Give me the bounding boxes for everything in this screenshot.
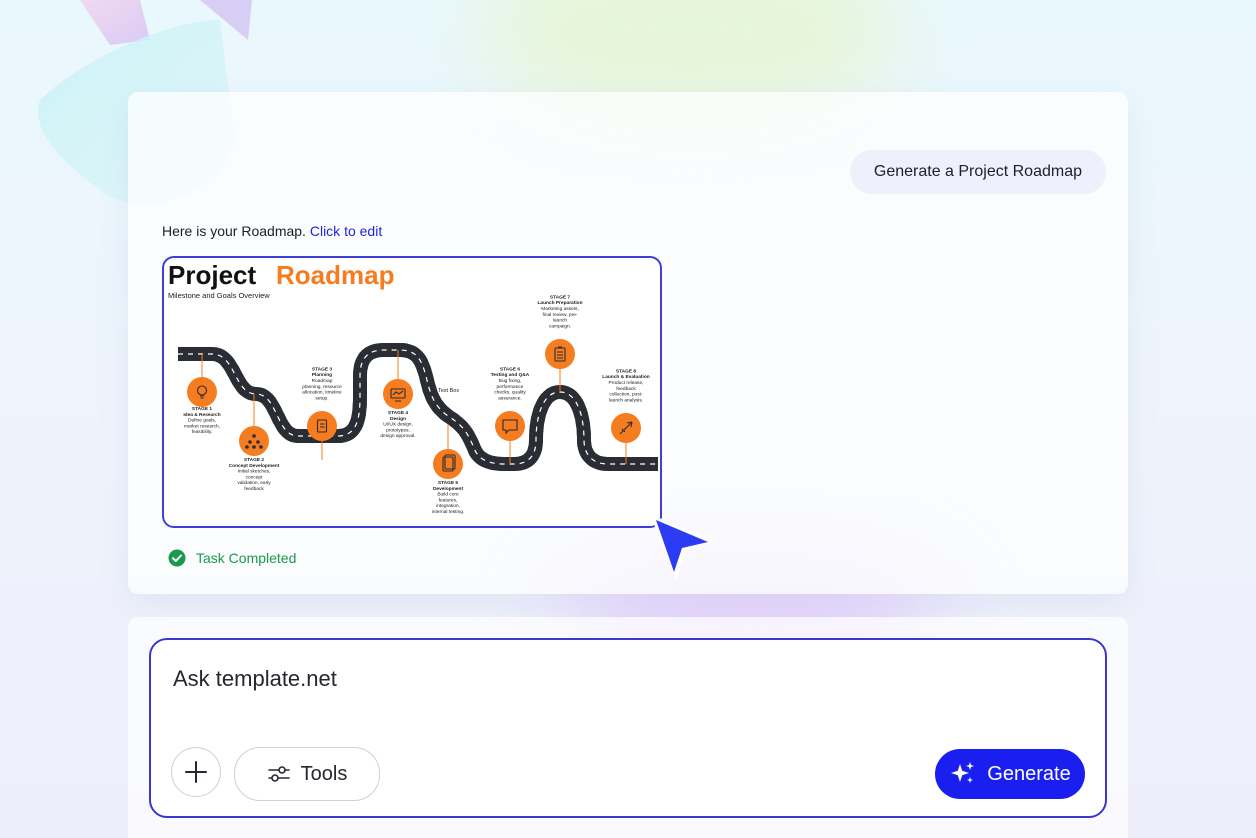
reply-text: Here is your Roadmap. bbox=[162, 223, 306, 239]
user-message-bubble: Generate a Project Roadmap bbox=[849, 150, 1106, 194]
stage-name: Launch Preparation bbox=[537, 300, 582, 306]
stage-number: STAGE 4 bbox=[388, 410, 409, 416]
user-message-text: Generate a Project Roadmap bbox=[873, 163, 1082, 180]
prompt-input[interactable] bbox=[171, 658, 1075, 700]
stage-description-line: validation, early bbox=[237, 480, 271, 486]
stage-description-line: checks, quality bbox=[494, 390, 526, 396]
stage-description-line: Marketing assets, bbox=[541, 306, 579, 312]
stage-marker bbox=[239, 426, 269, 456]
roadmap-stage: STAGE 3PlanningRoadmapplanning, resource… bbox=[302, 366, 342, 460]
stage-description-line: Define goals, bbox=[188, 418, 216, 424]
stage-number: STAGE 3 bbox=[312, 366, 333, 372]
stage-description-line: collection, post- bbox=[609, 392, 643, 398]
sliders-icon bbox=[267, 766, 290, 782]
stage-number: STAGE 2 bbox=[244, 457, 265, 463]
roadmap-subtitle: Milestone and Goals Overview bbox=[168, 291, 270, 300]
stage-marker bbox=[307, 411, 337, 441]
composer: Tools Generate bbox=[149, 638, 1107, 818]
stage-number: STAGE 5 bbox=[438, 480, 459, 486]
stage-description-line: Roadmap bbox=[312, 378, 333, 384]
stage-number: STAGE 8 bbox=[616, 368, 637, 374]
stage-marker bbox=[433, 449, 463, 479]
click-to-edit-link[interactable]: Click to edit bbox=[310, 223, 382, 239]
stage-description-line: integration, bbox=[436, 503, 460, 509]
stage-number: STAGE 7 bbox=[550, 294, 571, 300]
roadmap-title-word1: Project bbox=[168, 260, 256, 290]
stage-description-line: feedback bbox=[244, 486, 264, 492]
tools-button[interactable]: Tools bbox=[234, 747, 380, 801]
chat-panel: Generate a Project Roadmap Here is your … bbox=[128, 92, 1128, 594]
stage-description-line: launch bbox=[553, 318, 567, 324]
roadmap-stage: STAGE 6Testing and Q&ABug fixing,perform… bbox=[491, 366, 530, 464]
stage-description-line: performance bbox=[497, 384, 524, 390]
stage-name: Design bbox=[390, 416, 406, 422]
stage-description-line: allocation, timeline bbox=[302, 390, 342, 396]
generate-label: Generate bbox=[987, 762, 1071, 785]
stage-marker bbox=[187, 377, 217, 407]
stage-description-line: market research, bbox=[184, 423, 220, 429]
stage-name: Planning bbox=[312, 372, 332, 378]
stage-description-line: feedback bbox=[616, 386, 636, 392]
stage-number: STAGE 1 bbox=[192, 406, 213, 412]
roadmap-stage: STAGE 5DevelopmentBuild corefeatures,int… bbox=[432, 424, 465, 515]
assistant-reply: Here is your Roadmap. Click to edit bbox=[162, 223, 382, 239]
task-status: Task Completed bbox=[168, 549, 296, 567]
roadmap-stage: STAGE 7Launch PreparationMarketing asset… bbox=[537, 294, 583, 392]
stage-description-line: features, bbox=[439, 497, 458, 503]
stage-name: Idea & Research bbox=[183, 412, 220, 418]
check-circle-icon bbox=[168, 549, 186, 567]
roadmap-stage: STAGE 4DesignUI/UX design,prototypes,des… bbox=[380, 350, 416, 439]
stage-description-line: setup. bbox=[315, 395, 328, 401]
add-attachment-button[interactable] bbox=[171, 747, 221, 797]
tools-label: Tools bbox=[300, 762, 348, 785]
stage-name: Testing and Q&A bbox=[491, 372, 530, 378]
roadmap-preview[interactable]: Project Roadmap Milestone and Goals Over… bbox=[162, 256, 662, 528]
stage-description-line: Product release, bbox=[609, 380, 644, 386]
stage-description-line: Initial sketches, bbox=[238, 469, 271, 475]
stage-name: Concept Development bbox=[229, 463, 280, 469]
stage-name: Launch & Evaluation bbox=[602, 374, 650, 380]
stage-marker bbox=[383, 379, 413, 409]
stage-description-line: launch analysis. bbox=[609, 397, 643, 403]
task-status-text: Task Completed bbox=[196, 550, 297, 566]
generate-button[interactable]: Generate bbox=[935, 749, 1085, 799]
plus-icon bbox=[185, 761, 207, 783]
sparkles-icon bbox=[951, 762, 975, 783]
stage-description-line: concept bbox=[246, 474, 263, 480]
stage-description-line: planning, resource bbox=[302, 384, 342, 390]
stage-description-line: Build core bbox=[437, 492, 459, 498]
roadmap-title-word2: Roadmap bbox=[276, 260, 394, 290]
stage-description-line: design approval. bbox=[380, 433, 415, 439]
stage-description-line: assurance. bbox=[498, 395, 521, 401]
stage-description-line: UI/UX design, bbox=[383, 422, 413, 428]
stage-description-line: prototypes, bbox=[386, 427, 410, 433]
stage-number: STAGE 6 bbox=[500, 366, 521, 372]
stage-description-line: feasibility. bbox=[192, 429, 213, 435]
roadmap-stage: STAGE 8Launch & EvaluationProduct releas… bbox=[602, 368, 650, 464]
composer-panel: Tools Generate bbox=[128, 617, 1128, 838]
stage-marker bbox=[545, 339, 575, 369]
stage-marker bbox=[495, 411, 525, 441]
stage-description-line: internal testing. bbox=[432, 509, 465, 515]
roadmap-textbox-label: Text Box bbox=[438, 388, 459, 394]
mouse-pointer-icon bbox=[650, 514, 716, 580]
stage-description-line: Bug fixing, bbox=[499, 378, 521, 384]
roadmap-stage: STAGE 1Idea & ResearchDefine goals,marke… bbox=[183, 354, 221, 435]
stage-description-line: campaign. bbox=[549, 323, 571, 329]
stage-name: Development bbox=[433, 486, 464, 492]
stage-description-line: final review, pre- bbox=[543, 312, 578, 318]
